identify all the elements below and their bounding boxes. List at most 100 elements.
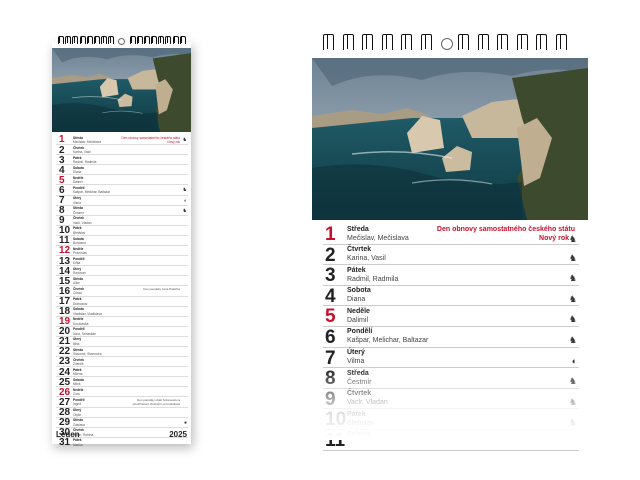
day-row: 1 Středa Mečislav, Mečislava Den obnovy sam… [323, 224, 579, 245]
person-icon: ♞ [568, 314, 577, 325]
day-row: 18 Sobota Vladislav, Vladislava [56, 306, 188, 317]
half-moon-icon: ◐ [183, 197, 187, 204]
day-number: 7 [325, 347, 336, 369]
coastal-cliffs-photo [52, 48, 191, 132]
day-row: 28 Úterý Otýlie [56, 407, 188, 418]
weekday-label: Úterý [73, 266, 82, 271]
name-day-label: Drahoslav [73, 301, 88, 306]
day-row: 6 Pondělí Kašpar, Melichar, Baltazar ♞ [56, 185, 188, 196]
day-number: 5 [325, 306, 336, 328]
name-day-label: Karina, Vasil [347, 255, 386, 263]
day-row: 12 Neděle Pravoslav [56, 245, 188, 256]
name-day-label: Zdislava [73, 422, 85, 427]
name-day-label: Vladislav, Vladislava [73, 311, 102, 316]
spiral-ring [136, 36, 143, 44]
spiral-ring [516, 34, 528, 50]
name-day-label: Kašpar, Melichar, Baltazar [347, 337, 429, 345]
name-day-label: Ingrid [73, 402, 81, 407]
name-day-label: Běla [73, 341, 80, 346]
day-row: 13 Pondělí Edita [56, 256, 188, 267]
day-row: 2 Čtvrtek Karina, Vasil [56, 145, 188, 156]
day-number: 2 [325, 244, 336, 266]
weekday-label: Sobota [73, 377, 84, 382]
day-row: 7 Úterý Vilma ◐ [56, 195, 188, 206]
small-wall-calendar: 1 Středa Mečislav, Mečislava Den obnovy sam… [52, 36, 191, 448]
day-row: 3 Pátek Radmil, Radmila ♞ [323, 265, 579, 286]
name-day-label: Vaclr, Vladan [73, 220, 92, 225]
spiral-ring [158, 36, 165, 44]
hanger-hole [441, 38, 453, 50]
weekday-label: Pondělí [73, 186, 85, 191]
weekday-label: Středa [73, 276, 83, 281]
spiral-ring [179, 36, 186, 44]
weekday-label: Pondělí [73, 327, 85, 332]
weekday-label: Sobota [73, 165, 84, 170]
spiral-ring [497, 34, 508, 50]
person-icon: ♞ [182, 207, 187, 214]
name-day-label: Dalimil [347, 316, 368, 324]
spiral-ring [401, 34, 412, 50]
name-day-label: Dalimil [73, 180, 83, 185]
weekday-label: Neděle [73, 246, 84, 251]
spiral-ring [72, 36, 79, 44]
weekday-label: Pondělí [73, 256, 85, 261]
holiday-label: Den obnovy samostatného českého státu [436, 225, 575, 233]
spiral-ring [143, 36, 150, 44]
day-number: 6 [325, 326, 336, 348]
weekday-label: Pondělí [347, 328, 373, 336]
name-day-label: Zdeněk [73, 362, 84, 367]
spiral-ring [362, 34, 373, 50]
name-day-label: Mečislav, Mečislava [347, 234, 409, 242]
day-row: 2 Čtvrtek Karina, Vasil ♞ [323, 245, 579, 266]
person-icon: ♞ [568, 334, 577, 345]
year-label: 2025 [169, 430, 187, 439]
day-row: 22 Středa Slavomír, Slavomíra [56, 346, 188, 357]
name-day-label: Radmil, Radmila [73, 160, 97, 165]
spiral-ring [65, 36, 72, 44]
weekday-label: Čtvrtek [73, 357, 84, 362]
name-day-label: Radmil, Radmila [347, 275, 399, 283]
spiral-ring [420, 34, 432, 50]
day-row: 29 Středa Zdislava ● [56, 417, 188, 428]
weekday-label: Úterý [73, 196, 82, 201]
day-row: 5 Neděle Dalimil ♞ [323, 306, 579, 327]
name-day-label: Pravoslav [73, 251, 87, 256]
month-label: Leden [56, 430, 80, 439]
day-row: 6 Pondělí Kašpar, Melichar, Baltazar ♞ [323, 327, 579, 348]
day-list: 1 Středa Mečislav, Mečislava Den obnovy sam… [56, 134, 188, 448]
spiral-ring [342, 34, 354, 50]
day-row: 7 Úterý Vilma ◐ [323, 348, 579, 369]
weekday-label: Čtvrtek [73, 216, 84, 221]
new-moon-icon: ● [183, 419, 187, 426]
name-day-label: Ctirad [73, 291, 82, 296]
spiral-ring [86, 36, 93, 44]
note-label: Den památky obětí holocaustu a předcháze… [132, 398, 180, 407]
weekday-label: Středa [347, 225, 369, 233]
spiral-ring [108, 36, 115, 44]
spiral-ring [536, 34, 547, 50]
weekday-label: Úterý [73, 408, 82, 413]
name-day-label: Edita [73, 261, 81, 266]
day-row: 21 Úterý Běla [56, 336, 188, 347]
weekday-label: Středa [73, 206, 83, 211]
spiral-ring [381, 34, 393, 50]
coastal-cliffs-photo [312, 58, 588, 220]
person-icon: ♞ [568, 293, 577, 304]
name-day-label: Kašpar, Melichar, Baltazar [73, 190, 111, 195]
person-icon: ♞ [568, 234, 577, 244]
spiral-ring [555, 34, 567, 50]
day-row: 27 Pondělí Ingrid Den památky obětí holocau… [56, 397, 188, 408]
calendar-footer: Leden 2025 [56, 430, 187, 440]
day-row: 1 Středa Mečislav, Mečislava Den obnovy sam… [56, 134, 188, 145]
day-row: 9 Čtvrtek Vaclr, Vladan [56, 215, 188, 226]
spiral-ring [323, 34, 334, 50]
spiral-ring [151, 36, 158, 44]
day-row: 4 Sobota Diana ♞ [323, 286, 579, 307]
day-number: 4 [325, 285, 336, 307]
day-row: 19 Neděle Doubravka [56, 316, 188, 327]
weekday-label: Pátek [73, 367, 82, 372]
weekday-label: Čtvrtek [73, 287, 84, 291]
person-icon: ♞ [568, 252, 577, 263]
half-moon-icon: ◐ [571, 355, 577, 366]
day-row: 10 Pátek Břetislav [56, 225, 188, 236]
